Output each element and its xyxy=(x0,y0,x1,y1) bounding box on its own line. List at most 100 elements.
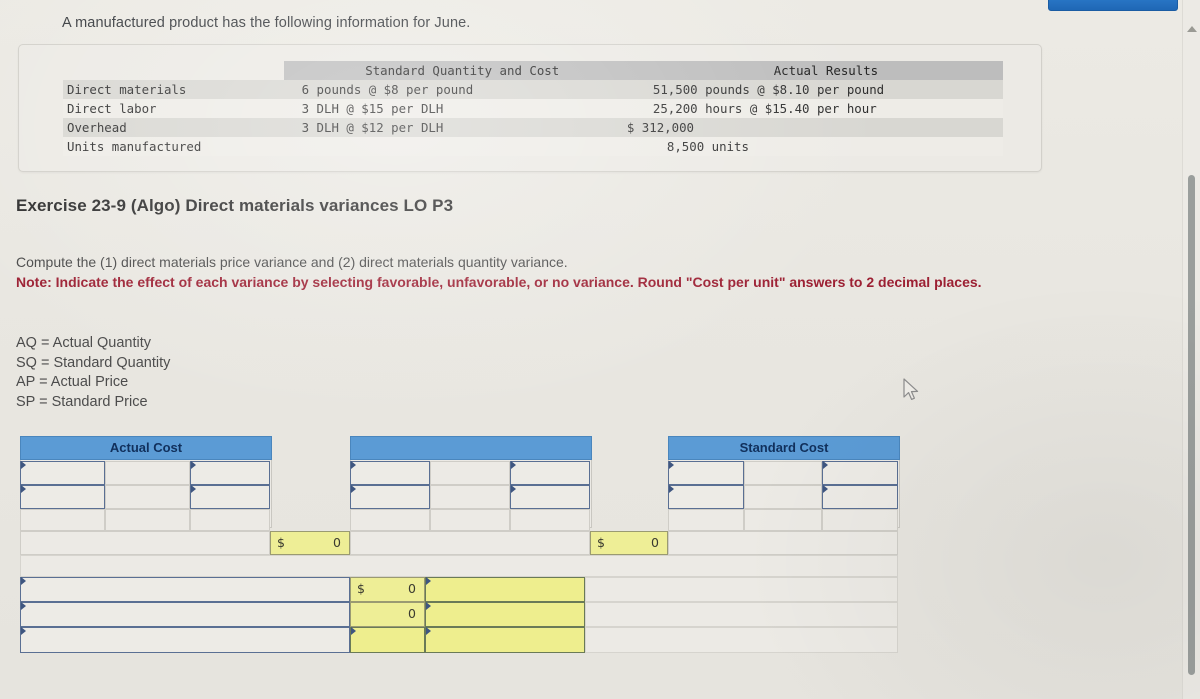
info-row-standard: 3 DLH @ $12 per DLH xyxy=(283,118,627,137)
variance-label-input-row2[interactable] xyxy=(20,602,350,627)
dropdown-caret-icon xyxy=(511,485,516,493)
mouse-cursor-icon xyxy=(903,378,919,400)
variance-label-input-row3[interactable] xyxy=(20,627,350,653)
middle-header xyxy=(350,436,592,460)
table-row: Overhead 3 DLH @ $12 per DLH $ 312,000 xyxy=(63,118,1003,137)
totals-row-right-filler xyxy=(668,531,898,555)
dropdown-caret-icon xyxy=(21,485,26,493)
actual-cost-header: Actual Cost xyxy=(20,436,272,460)
variance-effect-dropdown-row3[interactable] xyxy=(425,627,585,653)
standard-total-value: 0 xyxy=(651,535,659,550)
middle-aq-input-row1[interactable] xyxy=(350,461,430,485)
actual-cost-ap-input-row2[interactable] xyxy=(190,485,270,509)
info-table-head: Standard Quantity and Cost Actual Result… xyxy=(63,61,1003,80)
totals-row-middle-filler xyxy=(350,531,590,555)
page-prompt: A manufactured product has the following… xyxy=(62,15,471,31)
standard-cost-sq-input-row1[interactable] xyxy=(668,461,744,485)
vertical-scrollbar[interactable] xyxy=(1182,0,1200,699)
dropdown-caret-icon xyxy=(21,577,26,585)
standard-total-currency-symbol: $ xyxy=(597,535,605,550)
submit-button[interactable] xyxy=(1048,0,1178,11)
dropdown-caret-icon xyxy=(351,485,356,493)
standard-cost-operator-cell-row2 xyxy=(744,485,822,509)
dropdown-caret-icon xyxy=(669,461,674,469)
info-row-label: Units manufactured xyxy=(63,137,284,156)
table-row: Units manufactured 8,500 units xyxy=(63,137,1003,156)
info-header-standard: Standard Quantity and Cost xyxy=(283,61,627,80)
variance-amount-row2[interactable]: 0 xyxy=(350,602,425,627)
actual-cost-blank-row3-col3 xyxy=(190,509,270,531)
product-info-table: Standard Quantity and Cost Actual Result… xyxy=(63,61,1003,156)
standard-cost-blank-row3-col2 xyxy=(744,509,822,531)
dropdown-caret-icon xyxy=(426,627,431,635)
variance-row3-right-filler xyxy=(585,627,898,653)
variance-effect-dropdown-row1[interactable] xyxy=(425,577,585,602)
info-row-label: Overhead xyxy=(63,118,284,137)
middle-operator-cell-row1 xyxy=(430,461,510,485)
legend-line-sq: SQ = Standard Quantity xyxy=(16,354,171,371)
actual-cost-aq-input-row1[interactable] xyxy=(20,461,105,485)
table-row: Direct materials 6 pounds @ $8 per pound… xyxy=(63,80,1003,99)
actual-cost-aq-input-row2[interactable] xyxy=(20,485,105,509)
worksheet-spacer-strip xyxy=(20,555,898,577)
legend-line-sp: SP = Standard Price xyxy=(16,393,148,410)
variance-amount-input-row3[interactable] xyxy=(350,627,425,653)
middle-blank-row3-col3 xyxy=(510,509,590,531)
dropdown-caret-icon xyxy=(511,461,516,469)
dropdown-caret-icon xyxy=(21,602,26,610)
standard-cost-sq-input-row2[interactable] xyxy=(668,485,744,509)
variance-row2-right-filler xyxy=(585,602,898,627)
dropdown-caret-icon xyxy=(426,602,431,610)
standard-cost-total: $ 0 xyxy=(590,531,668,555)
actual-cost-operator-cell-row2 xyxy=(105,485,190,509)
variance-amount-row1[interactable]: $ 0 xyxy=(350,577,425,602)
dropdown-caret-icon xyxy=(191,461,196,469)
info-row-standard: 6 pounds @ $8 per pound xyxy=(283,80,627,99)
actual-cost-total: $ 0 xyxy=(270,531,350,555)
info-row-actual: 51,500 pounds @ $8.10 per pound xyxy=(626,80,1003,99)
dropdown-caret-icon xyxy=(351,627,356,635)
middle-operator-cell-row2 xyxy=(430,485,510,509)
totals-row-left-filler xyxy=(20,531,270,555)
table-row: Direct labor 3 DLH @ $15 per DLH 25,200 … xyxy=(63,99,1003,118)
variance-amount-value-row1: 0 xyxy=(408,581,416,596)
info-header-blank xyxy=(63,61,284,80)
middle-sp-input-row1[interactable] xyxy=(510,461,590,485)
middle-sp-input-row2[interactable] xyxy=(510,485,590,509)
variance-label-input-row1[interactable] xyxy=(20,577,350,602)
exercise-note: Note: Indicate the effect of each varian… xyxy=(16,274,982,290)
page-title: Exercise 23-9 (Algo) Direct materials va… xyxy=(16,196,454,215)
product-info-card: Standard Quantity and Cost Actual Result… xyxy=(18,44,1042,172)
dropdown-caret-icon xyxy=(21,461,26,469)
dropdown-caret-icon xyxy=(669,485,674,493)
dropdown-caret-icon xyxy=(426,577,431,585)
standard-cost-sp-input-row2[interactable] xyxy=(822,485,898,509)
info-row-label: Direct labor xyxy=(63,99,284,118)
middle-blank-row3-col2 xyxy=(430,509,510,531)
info-row-actual: $ 312,000 xyxy=(626,118,1003,137)
middle-aq-input-row2[interactable] xyxy=(350,485,430,509)
info-row-label: Direct materials xyxy=(63,80,284,99)
standard-cost-sp-input-row1[interactable] xyxy=(822,461,898,485)
variance-row1-right-filler xyxy=(585,577,898,602)
middle-blank-row3-col1 xyxy=(350,509,430,531)
variance-currency-symbol-row1: $ xyxy=(357,581,365,596)
page-canvas: A manufactured product has the following… xyxy=(0,0,1200,699)
legend-line-aq: AQ = Actual Quantity xyxy=(16,335,152,351)
dropdown-caret-icon xyxy=(21,627,26,635)
info-table-header-row: Standard Quantity and Cost Actual Result… xyxy=(63,61,1003,80)
variance-effect-dropdown-row2[interactable] xyxy=(425,602,585,627)
dropdown-caret-icon xyxy=(823,485,828,493)
actual-cost-blank-row3-col2 xyxy=(105,509,190,531)
actual-total-value: 0 xyxy=(333,535,341,550)
dropdown-caret-icon xyxy=(191,485,196,493)
variance-worksheet: Actual Cost Standard Cost $ 0 $ 0 $ 0 0 xyxy=(20,436,900,661)
info-header-actual: Actual Results xyxy=(626,61,1003,80)
actual-cost-ap-input-row1[interactable] xyxy=(190,461,270,485)
scrollbar-thumb[interactable] xyxy=(1188,175,1195,675)
legend-line-ap: AP = Actual Price xyxy=(16,374,129,390)
exercise-instruction: Compute the (1) direct materials price v… xyxy=(16,254,568,270)
info-row-standard xyxy=(283,137,627,156)
scroll-up-arrow-icon[interactable] xyxy=(1187,26,1197,32)
info-row-actual: 8,500 units xyxy=(626,137,1003,156)
